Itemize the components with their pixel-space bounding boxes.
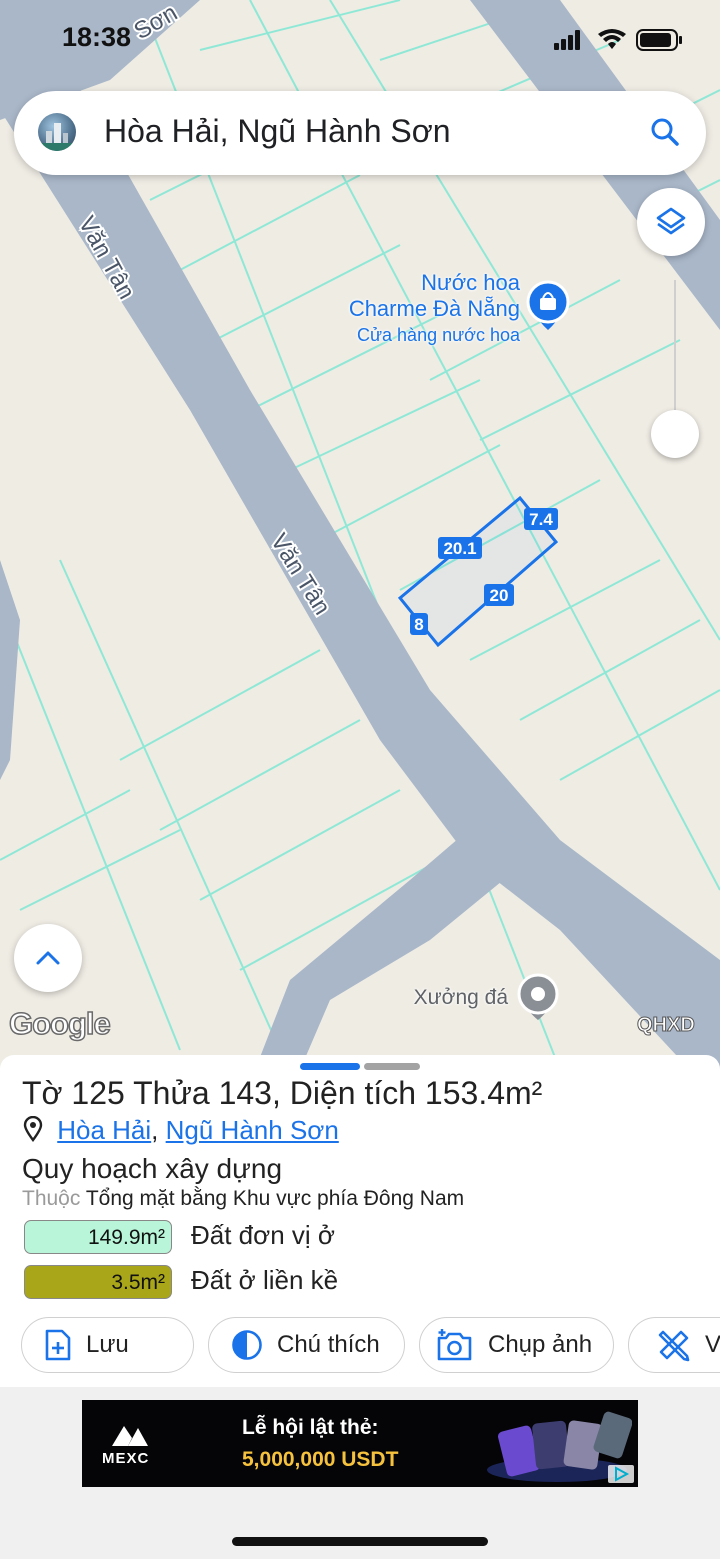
poi-name: Charme Đà Nẵng: [348, 296, 520, 321]
area-label: Diện tích: [289, 1075, 417, 1111]
poi-perfume-label[interactable]: Nước hoa Charme Đà Nẵng Cửa hàng nước ho…: [320, 270, 520, 346]
sheet-page-indicator: [364, 1063, 420, 1070]
sheet-page-indicator-active: [300, 1063, 360, 1070]
layers-button[interactable]: [637, 188, 705, 256]
wifi-icon: [598, 29, 626, 49]
belongs-prefix: Thuộc: [22, 1187, 81, 1210]
ad-brand: MEXC: [102, 1450, 150, 1467]
photo-label: Chụp ảnh: [488, 1331, 593, 1358]
mexc-logo-icon: [112, 1426, 148, 1446]
search-bar[interactable]: Hòa Hải, Ngũ Hành Sơn: [14, 91, 706, 175]
cellular-signal-icon: [554, 30, 580, 50]
area-value: 153.4m²: [424, 1075, 543, 1111]
parcel-edge-label: 20: [490, 586, 509, 605]
ruler-pencil-icon: [658, 1330, 690, 1362]
zone-label: Đất ở liền kề: [191, 1265, 339, 1295]
expand-sheet-button[interactable]: [14, 924, 82, 992]
status-bar: 18:38: [0, 0, 720, 84]
belongs-to: Tổng mặt bằng Khu vực phía Đông Nam: [85, 1187, 465, 1210]
location-pin-icon: [23, 1115, 43, 1143]
zone-area-box: 3.5m²: [24, 1265, 172, 1299]
sheet-prefix: Tờ: [22, 1075, 63, 1111]
ad-banner[interactable]: MEXC Lễ hội lật thẻ: 5,000,000 USDT: [82, 1400, 638, 1487]
parcel-location: Hòa Hải, Ngũ Hành Sơn: [22, 1115, 339, 1146]
zoom-slider-track[interactable]: [674, 280, 676, 410]
ad-choices-icon[interactable]: [608, 1465, 634, 1483]
google-attribution: Google: [8, 1005, 111, 1042]
chevron-up-icon: [36, 951, 60, 965]
contrast-icon: [232, 1330, 262, 1360]
save-button[interactable]: Lưu: [21, 1317, 194, 1373]
parcel-info-sheet[interactable]: Tờ 125 Thửa 143, Diện tích 153.4m² Hòa H…: [0, 1055, 720, 1387]
add-file-icon: [45, 1329, 71, 1361]
layer-badge[interactable]: QHXD: [637, 1014, 696, 1037]
plot-label: Thửa: [133, 1075, 210, 1111]
home-indicator[interactable]: [232, 1537, 488, 1546]
ad-headline: Lễ hội lật thẻ:: [242, 1416, 379, 1439]
measure-label: V: [705, 1331, 720, 1358]
parcel-title: Tờ 125 Thửa 143, Diện tích 153.4m²: [22, 1075, 543, 1111]
legend-button[interactable]: Chú thích: [208, 1317, 405, 1373]
parcel-edge-label: 8: [414, 615, 423, 634]
measure-button[interactable]: V: [628, 1317, 720, 1373]
layers-icon: [656, 207, 686, 235]
ad-container: MEXC Lễ hội lật thẻ: 5,000,000 USDT: [0, 1387, 720, 1559]
zoom-slider-handle[interactable]: [651, 410, 699, 458]
zone-area-box: 149.9m²: [24, 1220, 172, 1254]
planning-belongs: Thuộc Tổng mặt bằng Khu vực phía Đông Na…: [22, 1187, 464, 1211]
plot-number: 143: [218, 1075, 272, 1111]
legend-label: Chú thích: [277, 1331, 380, 1358]
ad-amount: 5,000,000 USDT: [242, 1448, 399, 1471]
sheet-number: 125: [71, 1075, 125, 1111]
avatar[interactable]: [38, 113, 76, 151]
ward-link[interactable]: Hòa Hải: [57, 1115, 151, 1145]
save-label: Lưu: [86, 1331, 129, 1358]
location-separator: ,: [151, 1115, 159, 1145]
poi-category: Cửa hàng nước hoa: [356, 325, 520, 345]
add-photo-icon: [437, 1329, 472, 1361]
search-query-text[interactable]: Hòa Hải, Ngũ Hành Sơn: [104, 113, 451, 150]
parcel-edge-label: 20.1: [443, 539, 476, 558]
battery-icon: [636, 29, 682, 51]
photo-button[interactable]: Chụp ảnh: [419, 1317, 614, 1373]
ad-cards-graphic: [487, 1411, 632, 1482]
parcel-edge-label: 7.4: [529, 510, 553, 529]
search-icon[interactable]: [650, 117, 680, 147]
planning-title: Quy hoạch xây dựng: [22, 1153, 283, 1184]
poi-name: Nước hoa: [421, 270, 520, 295]
zone-label: Đất đơn vị ở: [191, 1220, 335, 1250]
status-time: 18:38: [62, 22, 132, 52]
poi-workshop-label[interactable]: Xưởng đá: [380, 986, 508, 1010]
district-link[interactable]: Ngũ Hành Sơn: [166, 1115, 339, 1145]
